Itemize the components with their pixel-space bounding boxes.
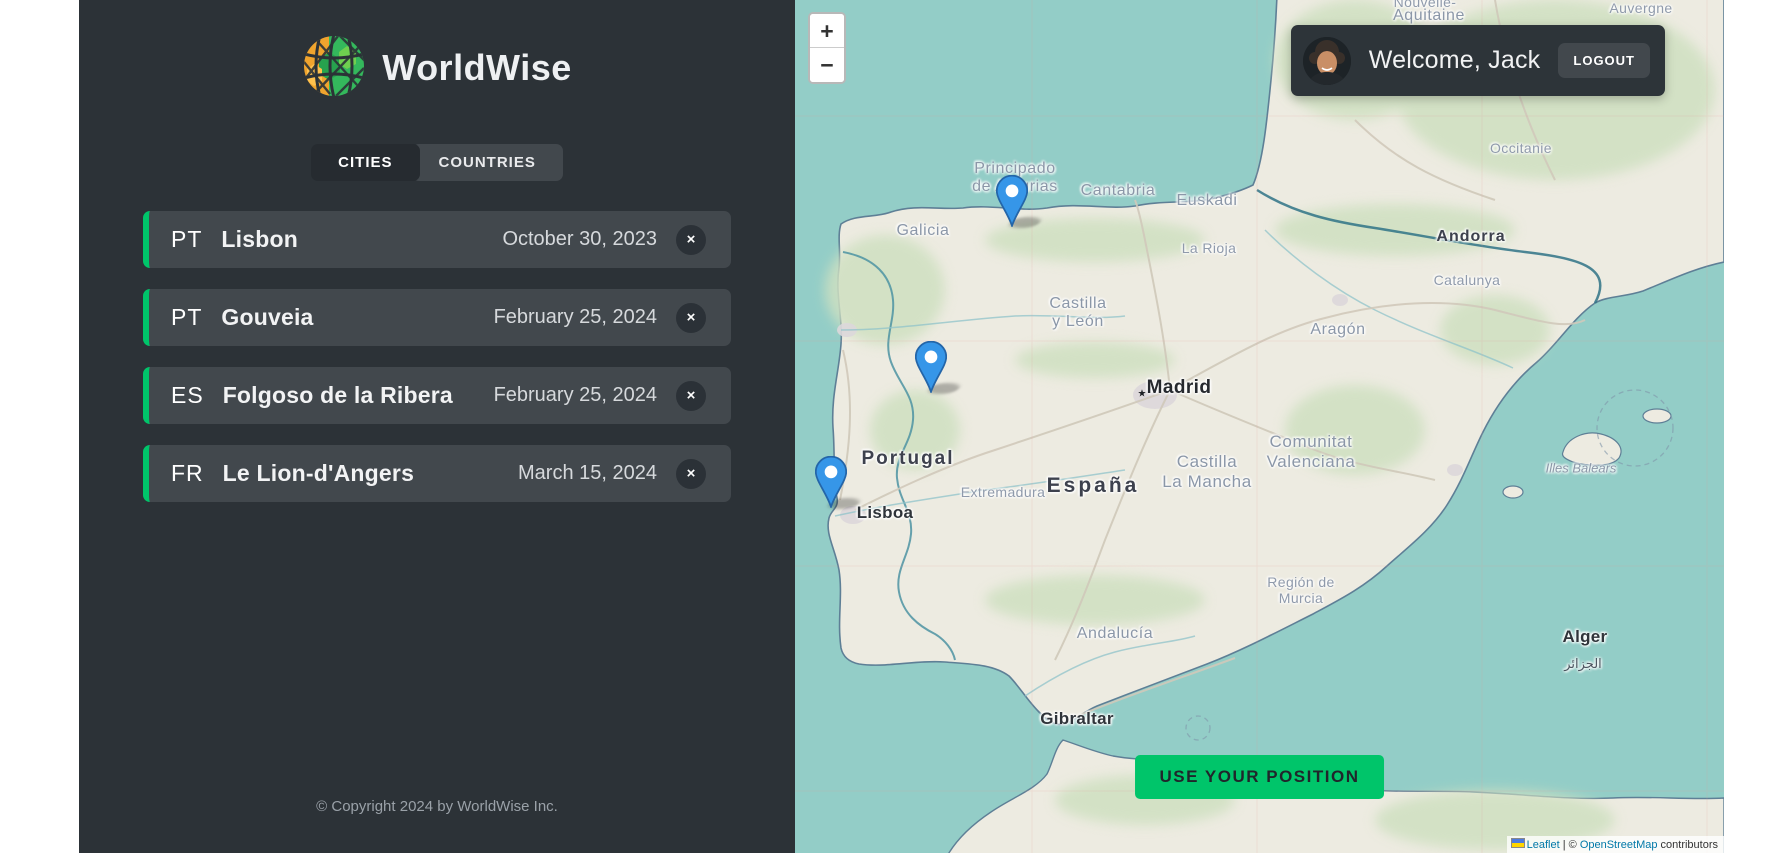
delete-city-button[interactable]: ×: [676, 381, 706, 411]
app-logo[interactable]: WorldWise: [302, 36, 572, 100]
map-attribution: Leaflet | © OpenStreetMap contributors: [1507, 836, 1724, 853]
globe-logo-icon: [302, 34, 366, 103]
welcome-text: Welcome, Jack: [1369, 46, 1541, 75]
country-flag: PT: [171, 304, 202, 331]
city-item[interactable]: PT Gouveia February 25, 2024 ×: [143, 289, 731, 346]
map-marker-pin[interactable]: [915, 341, 947, 393]
avatar: [1303, 37, 1351, 85]
delete-city-button[interactable]: ×: [676, 225, 706, 255]
delete-city-button[interactable]: ×: [676, 303, 706, 333]
map-canvas[interactable]: [795, 0, 1724, 853]
city-item[interactable]: FR Le Lion-d'Angers March 15, 2024 ×: [143, 445, 731, 502]
city-item[interactable]: PT Lisbon October 30, 2023 ×: [143, 211, 731, 268]
osm-link[interactable]: OpenStreetMap: [1580, 839, 1658, 851]
use-position-button[interactable]: USE YOUR POSITION: [1135, 755, 1385, 799]
city-name: Le Lion-d'Angers: [223, 460, 414, 487]
copyright-footer: © Copyright 2024 by WorldWise Inc.: [316, 798, 558, 815]
city-list: PT Lisbon October 30, 2023 × PT Gouveia Februa…: [143, 211, 731, 523]
city-name: Gouveia: [221, 304, 313, 331]
user-panel: Welcome, Jack LOGOUT: [1291, 25, 1665, 96]
leaflet-link[interactable]: Leaflet: [1527, 839, 1560, 851]
zoom-out-button[interactable]: −: [810, 48, 844, 82]
visit-date: March 15, 2024: [518, 462, 657, 485]
visit-date: February 25, 2024: [494, 384, 657, 407]
city-item[interactable]: ES Folgoso de la Ribera February 25, 2024 ×: [143, 367, 731, 424]
worldwise-app: WorldWise CITIES COUNTRIES PT Lisbon Octob…: [79, 0, 1724, 853]
country-flag: PT: [171, 226, 202, 253]
city-name: Lisbon: [221, 226, 298, 253]
list-type-tabs: CITIES COUNTRIES: [311, 144, 563, 181]
country-flag: ES: [171, 382, 204, 409]
app-title: WorldWise: [382, 47, 572, 89]
map-zoom-control: + −: [808, 12, 846, 84]
tab-cities[interactable]: CITIES: [311, 144, 419, 181]
map-container[interactable]: Nouvelle-AquitaineAuvergneOccitaniePrinc…: [795, 0, 1724, 853]
visit-date: February 25, 2024: [494, 306, 657, 329]
map-marker-pin[interactable]: [996, 175, 1028, 227]
sidebar: WorldWise CITIES COUNTRIES PT Lisbon Octob…: [79, 0, 795, 853]
tab-countries[interactable]: COUNTRIES: [412, 144, 563, 181]
delete-city-button[interactable]: ×: [676, 459, 706, 489]
country-flag: FR: [171, 460, 204, 487]
city-name: Folgoso de la Ribera: [223, 382, 453, 409]
logout-button[interactable]: LOGOUT: [1558, 43, 1650, 78]
zoom-in-button[interactable]: +: [810, 14, 844, 48]
visit-date: October 30, 2023: [502, 228, 657, 251]
leaflet-flag-icon: [1511, 838, 1525, 848]
map-marker-pin[interactable]: [815, 456, 847, 508]
